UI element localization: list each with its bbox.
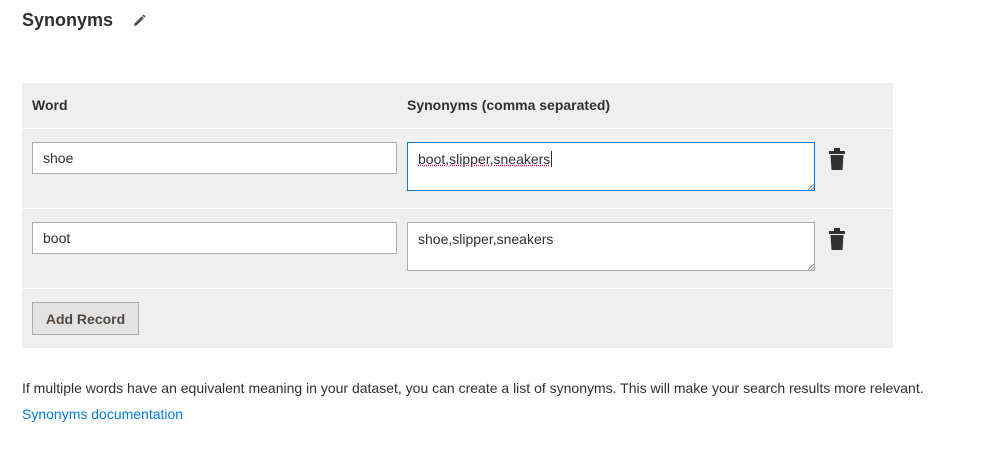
resize-handle[interactable] [807, 263, 815, 271]
section-header: Synonyms [22, 10, 147, 31]
table-row: shoe,slipper,sneakers [22, 208, 893, 289]
pencil-icon[interactable] [131, 13, 147, 29]
synonyms-value: boot,slipper,sneakers [418, 151, 551, 167]
resize-handle[interactable] [807, 183, 815, 191]
table-header: Word Synonyms (comma separated) [22, 83, 893, 128]
trash-icon[interactable] [829, 228, 845, 250]
synonyms-textarea[interactable]: boot,slipper,sneakers [407, 142, 815, 191]
table-footer: Add Record [22, 288, 893, 349]
synonyms-textarea[interactable]: shoe,slipper,sneakers [407, 222, 815, 271]
synonyms-value: shoe,slipper,sneakers [418, 231, 554, 247]
trash-icon[interactable] [829, 148, 845, 170]
help-text: If multiple words have an equivalent mea… [22, 380, 924, 396]
column-header-synonyms: Synonyms (comma separated) [407, 97, 611, 113]
table-row: boot,slipper,sneakers [22, 128, 893, 209]
synonyms-documentation-link[interactable]: Synonyms documentation [22, 406, 183, 422]
synonyms-table: Word Synonyms (comma separated) boot,sli… [22, 83, 893, 348]
word-input[interactable] [32, 142, 397, 174]
column-header-word: Word [32, 97, 68, 113]
section-title: Synonyms [22, 10, 114, 30]
add-record-button[interactable]: Add Record [32, 302, 139, 335]
word-input[interactable] [32, 222, 397, 254]
